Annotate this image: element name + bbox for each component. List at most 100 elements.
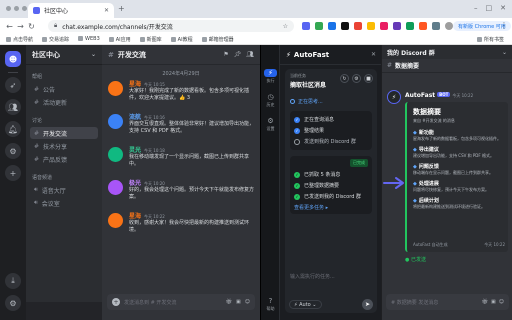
message-author[interactable]: 灵光	[129, 147, 141, 154]
close-window-icon[interactable]: ✕	[500, 4, 506, 12]
extension-icon[interactable]	[380, 22, 388, 30]
gif-icon[interactable]: ▣	[236, 299, 241, 305]
summary-embed: 数据摘要 来自 #开发交流 的消息 ◆ 新功能 星海发布了新的数据看板，包含多项可视…	[405, 102, 508, 252]
gift-icon[interactable]: 🎁︎	[226, 299, 232, 305]
bot-avatar[interactable]: ⚡	[387, 90, 401, 104]
message-text: 我在移动端发现了一个显示问题，截图已上传到群共享中。	[129, 154, 250, 167]
message-author[interactable]: 星海	[129, 213, 141, 220]
bell-icon[interactable]: 🔔︎	[5, 121, 21, 137]
channel-item-active[interactable]: # 开发交流	[30, 127, 98, 139]
target-message-input[interactable]: # 数据摘要 发送消息 🎁︎ ▣ ☺	[386, 294, 509, 310]
all-bookmarks[interactable]: 所有书签	[476, 36, 504, 43]
stop-icon[interactable]: ■	[364, 74, 373, 83]
message-input[interactable]: + 发送消息到 # 开发交流 🎁︎ ▣ ☺	[107, 294, 255, 310]
back-icon[interactable]: ←	[4, 22, 15, 31]
settings-icon[interactable]: ⚙	[352, 74, 361, 83]
extension-icon[interactable]	[432, 22, 440, 30]
extension-title: AutoFast	[293, 50, 330, 59]
view-more-link[interactable]: 查看更多任务 ▸	[294, 204, 368, 211]
extension-icon[interactable]	[367, 22, 375, 30]
bookmark-star-icon[interactable]: ☆	[283, 23, 288, 30]
channel-item[interactable]: # 产品反馈	[30, 153, 98, 165]
bookmark-item[interactable]: 新图库	[139, 36, 162, 43]
maximize-icon[interactable]: □	[486, 4, 493, 12]
avatar[interactable]	[108, 114, 123, 129]
extension-icon[interactable]	[315, 22, 323, 30]
emoji-icon[interactable]: ☺	[245, 299, 250, 305]
voice-channel-item[interactable]: 🔊︎ 会议室	[30, 197, 98, 209]
help-tab[interactable]: ? 帮助	[264, 297, 277, 312]
extension-icon[interactable]	[393, 22, 401, 30]
extension-icon[interactable]	[341, 22, 349, 30]
target-server-header[interactable]: 我的 Discord 群 ⌄	[382, 45, 512, 59]
bot-name[interactable]: AutoFast BOT 今天 10:22	[405, 92, 473, 99]
message-time: 今天 10:18	[144, 148, 165, 153]
step-item: 发送到我的 Discord 群	[294, 136, 368, 147]
run-tab[interactable]: ⚡ 执行	[264, 69, 277, 84]
browser-tab[interactable]: 社区中心 ✕	[28, 3, 114, 18]
address-bar[interactable]: 🔒︎ chat.example.com/channels/开发交流 ☆	[48, 20, 294, 32]
bookmark-item[interactable]: AI教程	[170, 36, 193, 43]
extension-icon[interactable]	[406, 22, 414, 30]
channel-item[interactable]: # 公告	[30, 83, 98, 95]
window-controls	[6, 6, 27, 11]
message-time: 今天 10:16	[144, 115, 165, 120]
download-icon[interactable]: ⤓	[5, 273, 21, 289]
task-input[interactable]: 输入需执行的任务... ⚡ Auto ⌄ ➤	[285, 269, 377, 313]
members-icon[interactable]: 👥︎	[246, 51, 254, 58]
history-tab[interactable]: ◷ 历史	[264, 93, 277, 108]
home-server-icon[interactable]: ☻	[5, 51, 21, 67]
gif-icon[interactable]: ▣	[491, 299, 496, 305]
bookmark-item[interactable]: AI应用	[108, 36, 131, 43]
chevron-down-icon[interactable]: ⌄	[91, 51, 96, 58]
message-author[interactable]: 星海	[129, 81, 141, 88]
avatar[interactable]	[108, 180, 123, 195]
channel-item[interactable]: # 活动更新	[30, 96, 98, 108]
category-label: 帮组	[32, 74, 43, 80]
close-panel-icon[interactable]: ✕	[371, 51, 376, 58]
embed-section: ◆ 处理进展 问题将尽快修复，预计今天下午发布方案。	[413, 181, 489, 192]
browser-menu-icon[interactable]: ⋮	[500, 21, 508, 30]
chevron-down-icon[interactable]: ⌄	[502, 49, 507, 56]
people-icon[interactable]: 👥︎	[5, 99, 21, 115]
extension-icon[interactable]	[354, 22, 362, 30]
bookmark-item[interactable]: 点击导航	[6, 36, 33, 43]
gear-icon[interactable]: ⚙	[5, 143, 21, 159]
avatar[interactable]	[108, 213, 123, 228]
extension-icon[interactable]	[419, 22, 427, 30]
forward-icon[interactable]: →	[15, 22, 26, 31]
avatar[interactable]	[108, 147, 123, 162]
close-tab-icon[interactable]: ✕	[104, 7, 109, 14]
attach-plus-icon[interactable]: +	[112, 298, 120, 306]
channel-item[interactable]: # 技术分享	[30, 140, 98, 152]
refresh-icon[interactable]: ↻	[340, 74, 349, 83]
check-icon: ✓	[294, 116, 300, 123]
model-select[interactable]: ⚡ Auto ⌄	[289, 300, 322, 309]
server-header[interactable]: 社区中心 ⌄	[26, 45, 102, 65]
avatar[interactable]	[108, 81, 123, 96]
voice-channel-item[interactable]: 🔊︎ 语音大厅	[30, 184, 98, 196]
user-panel	[26, 302, 102, 320]
emoji-icon[interactable]: ☺	[499, 299, 504, 305]
new-tab-icon[interactable]: +	[118, 4, 125, 13]
settings-tab[interactable]: ⚙ 设置	[264, 117, 277, 132]
gift-icon[interactable]: 🎁︎	[482, 299, 488, 305]
thread-icon[interactable]: ⚑	[223, 51, 228, 58]
settings-icon[interactable]: ⚙	[5, 295, 21, 311]
rocket-icon[interactable]: ➶	[5, 77, 21, 93]
bookmark-item[interactable]: 邮箱管理器	[201, 36, 234, 43]
extension-icon[interactable]	[302, 22, 310, 30]
pin-icon[interactable]: 📌︎	[234, 51, 242, 58]
extension-icon[interactable]	[328, 22, 336, 30]
send-icon[interactable]: ➤	[362, 299, 373, 310]
message-author[interactable]: 流航	[129, 114, 141, 121]
message-author[interactable]: 极光	[129, 180, 141, 187]
add-server-icon[interactable]: +	[5, 165, 21, 181]
minimize-icon[interactable]: –	[474, 4, 478, 12]
bookmark-item[interactable]: WEB3	[78, 36, 100, 42]
bookmark-item[interactable]: 交易追踪	[42, 36, 69, 43]
check-icon: ✓	[294, 171, 300, 178]
channel-title: 开发交流	[117, 50, 146, 59]
reload-icon[interactable]: ↻	[26, 22, 37, 31]
profile-avatar[interactable]	[445, 22, 453, 30]
